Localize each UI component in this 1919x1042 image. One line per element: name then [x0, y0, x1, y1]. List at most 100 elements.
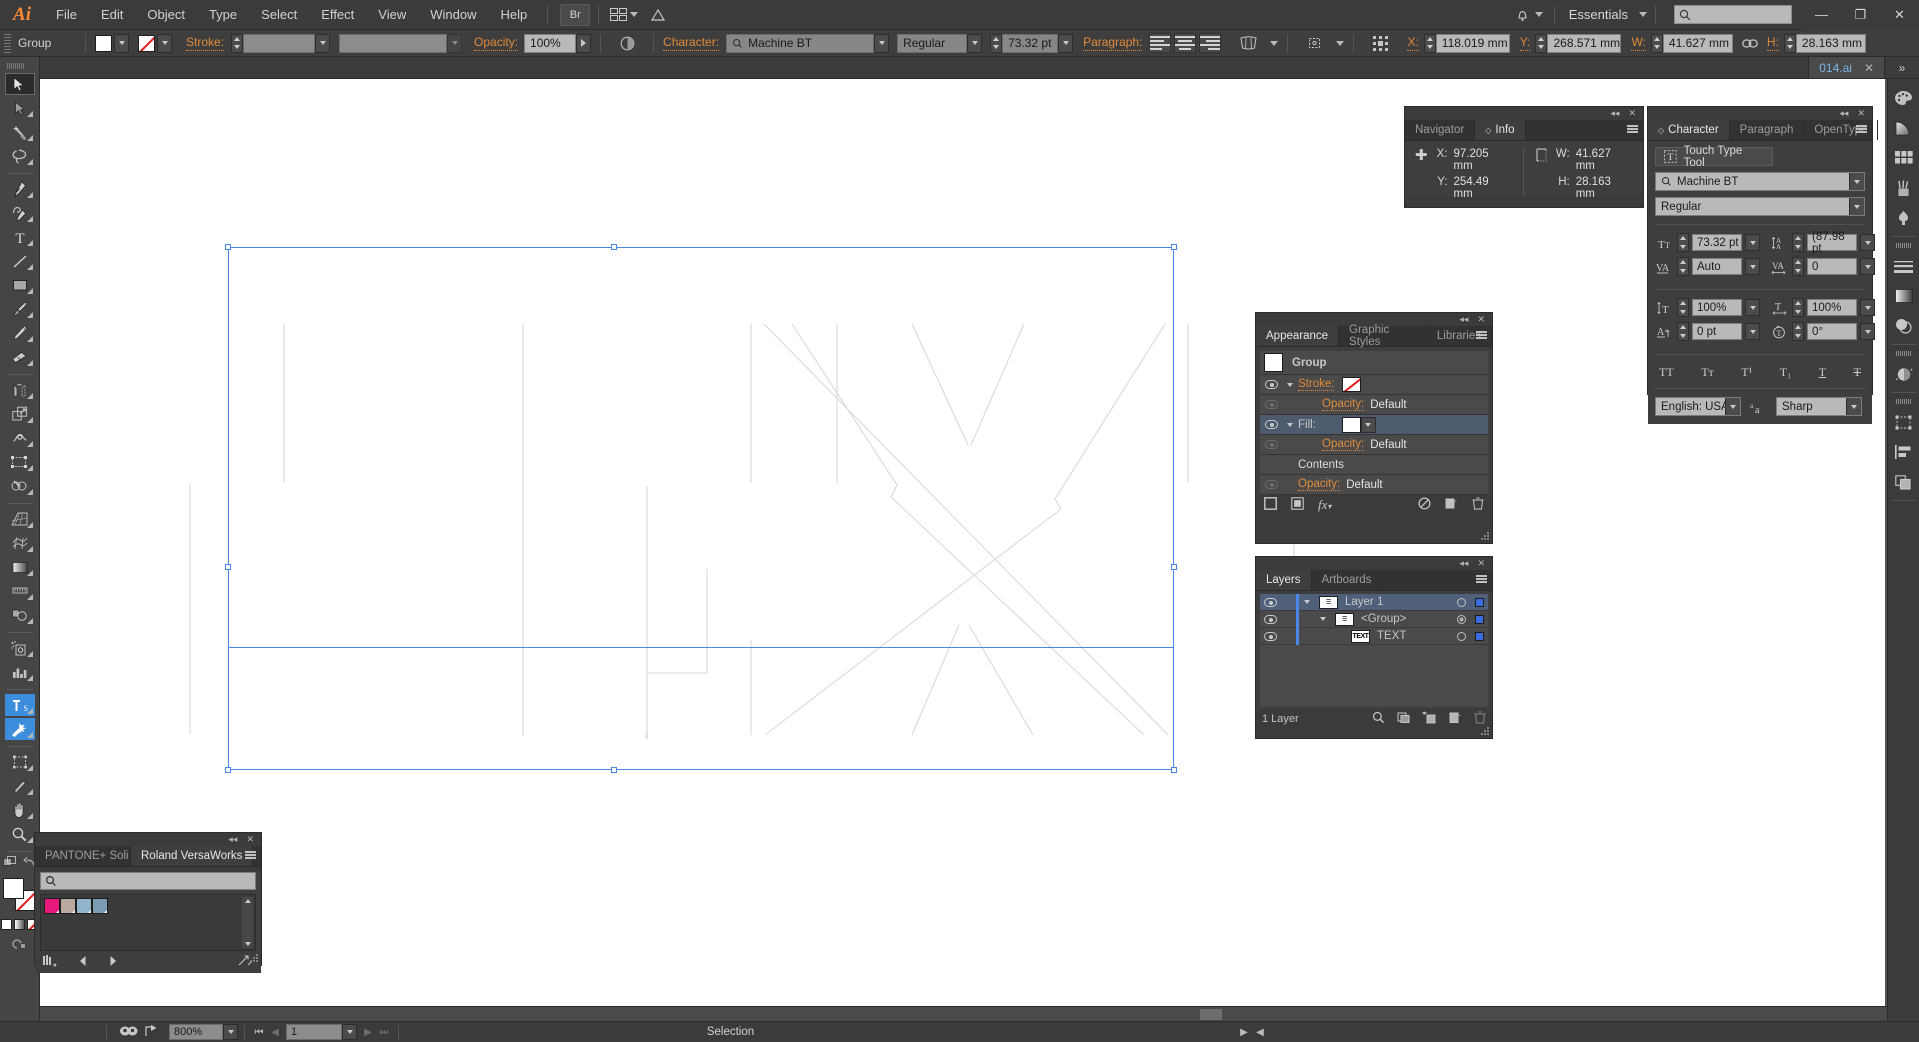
panel-resize-grip[interactable] [1479, 725, 1491, 737]
tab-graphic-styles[interactable]: Graphic Styles [1339, 324, 1427, 348]
stock-icon[interactable] [641, 3, 675, 27]
envelope-distort-icon[interactable] [1231, 31, 1265, 55]
horizontal-scale-input[interactable]: 100% [1807, 299, 1857, 316]
gradient-button[interactable] [14, 919, 25, 930]
menu-item-effect[interactable]: Effect [309, 0, 366, 30]
selection-handle-bc[interactable] [611, 767, 617, 773]
appearance-target-row[interactable]: Group [1260, 351, 1488, 375]
appearance-contents-label[interactable]: Contents [1298, 459, 1344, 471]
bridge-button[interactable]: Br [560, 3, 591, 26]
swatches-panel-icon[interactable] [1890, 143, 1918, 173]
menu-item-edit[interactable]: Edit [89, 0, 135, 30]
close-icon[interactable]: ✕ [246, 834, 254, 845]
tab-roland-versaworks[interactable]: Roland VersaWorks [131, 846, 254, 866]
collapse-icon[interactable]: ◂◂ [1839, 108, 1848, 119]
appearance-panel-icon[interactable] [1890, 359, 1918, 389]
font-size-dropdown[interactable] [1745, 234, 1760, 251]
status-expand-right-icon[interactable]: ▶ [1236, 1027, 1252, 1038]
strikethrough-button[interactable]: T [1854, 365, 1861, 380]
panel-resize-grip[interactable] [1479, 530, 1491, 542]
maximize-button[interactable]: ❐ [1841, 0, 1880, 30]
selection-handle-tc[interactable] [611, 244, 617, 250]
appearance-opacity-label-2[interactable]: Opacity: [1322, 438, 1365, 451]
opacity-label[interactable]: Opacity: [474, 35, 519, 51]
selection-bounding-box[interactable] [228, 247, 1174, 770]
eyedropper-tool[interactable] [5, 580, 35, 602]
fill-color-swatch[interactable] [2, 878, 24, 899]
w-input[interactable]: 41.627 mm [1662, 33, 1733, 53]
language-dropdown[interactable] [1725, 398, 1740, 415]
zoom-tool[interactable] [5, 823, 35, 845]
appearance-fill-dropdown[interactable] [1360, 416, 1376, 433]
font-size-stepper[interactable] [1677, 233, 1689, 252]
appearance-opacity-label[interactable]: Opacity: [1322, 398, 1365, 411]
swatch-scrollbar[interactable] [242, 897, 253, 948]
leading-stepper[interactable] [1792, 233, 1804, 252]
swatch-cell-3[interactable] [76, 898, 92, 914]
align-right-button[interactable] [1199, 33, 1222, 53]
x-group[interactable]: 118.019 mm [1423, 33, 1510, 53]
panel-menu-icon[interactable] [1476, 575, 1487, 583]
tracking-dropdown[interactable] [1860, 258, 1875, 275]
layer-row-layer1[interactable]: ☰ Layer 1 [1260, 593, 1488, 611]
paintbrush-tool[interactable] [5, 298, 35, 320]
appearance-row-fill[interactable]: Fill: [1260, 415, 1488, 435]
selection-handle-tr[interactable] [1171, 244, 1177, 250]
magic-wand-tool[interactable] [5, 121, 35, 143]
collapse-icon[interactable]: ◂◂ [1459, 558, 1468, 569]
artboard-tool[interactable] [5, 751, 35, 773]
line-segment-tool[interactable] [5, 250, 35, 272]
tab-paragraph[interactable]: Paragraph [1730, 120, 1805, 140]
cb-font-size-dropdown[interactable] [1058, 33, 1074, 53]
all-caps-button[interactable]: TT [1659, 365, 1674, 380]
canvas-area[interactable] [40, 79, 1887, 1021]
layer-row-text[interactable]: TEXT TEXT [1260, 627, 1488, 645]
shape-builder-highlight-tool[interactable] [4, 718, 35, 740]
close-icon[interactable]: ✕ [1857, 108, 1865, 119]
selection-tool[interactable] [4, 73, 35, 95]
tab-pantone-solid[interactable]: PANTONE+ Soli [35, 846, 131, 866]
color-guide-panel-icon[interactable] [1890, 113, 1918, 143]
appearance-fill-swatch[interactable] [1341, 416, 1361, 433]
layer-target-icon[interactable] [1452, 614, 1470, 624]
rotate-tool[interactable] [5, 379, 35, 401]
stroke-profile-input[interactable] [339, 33, 448, 53]
cb-font-size-input[interactable]: 73.32 pt [1002, 33, 1059, 53]
dock-grip-2[interactable] [1895, 351, 1912, 356]
reference-point-icon[interactable] [1363, 31, 1397, 55]
visibility-toggle-icon[interactable] [1260, 480, 1282, 489]
gradient-panel-icon[interactable] [1890, 281, 1918, 311]
transform-panel-icon[interactable] [1890, 407, 1918, 437]
selection-handle-br[interactable] [1171, 767, 1177, 773]
duplicate-item-icon[interactable] [1445, 497, 1458, 513]
character-rotation-stepper[interactable] [1792, 322, 1804, 341]
y-input[interactable]: 268.571 mm [1547, 33, 1622, 53]
layer-target-icon[interactable] [1452, 597, 1470, 607]
swatch-cell-4[interactable] [92, 898, 108, 914]
dock-grip-3[interactable] [1895, 399, 1912, 404]
add-new-stroke-icon[interactable] [1264, 496, 1277, 513]
fill-stroke-indicator[interactable] [2, 878, 38, 914]
font-family-dropdown[interactable] [1849, 173, 1864, 190]
constrain-proportions-icon[interactable] [1733, 31, 1767, 55]
collapse-icon[interactable]: ◂◂ [1610, 108, 1619, 119]
close-icon[interactable]: ✕ [1864, 61, 1874, 75]
artboard-number-group[interactable]: 1 [286, 1024, 357, 1040]
anti-aliasing-select[interactable]: Sharp [1776, 397, 1862, 416]
stroke-panel-icon[interactable] [1890, 251, 1918, 281]
next-swatch-icon[interactable] [107, 955, 119, 970]
w-group[interactable]: 41.627 mm [1650, 33, 1733, 53]
language-select[interactable]: English: USA [1655, 397, 1741, 416]
symbols-panel-icon[interactable] [1890, 203, 1918, 233]
color-panel-icon[interactable] [1890, 83, 1918, 113]
panel-resize-grip[interactable] [248, 952, 260, 964]
character-rotation-dropdown[interactable] [1860, 323, 1875, 340]
close-button[interactable]: ✕ [1880, 0, 1919, 30]
close-icon[interactable]: ✕ [1628, 108, 1636, 119]
layer-color-swatch[interactable] [1470, 597, 1488, 607]
menu-item-file[interactable]: File [44, 0, 89, 30]
baseline-shift-dropdown[interactable] [1745, 323, 1760, 340]
next-artboard-button[interactable]: ▶ [360, 1027, 376, 1038]
horizontal-scale-stepper[interactable] [1792, 298, 1804, 317]
swatch-grid[interactable] [40, 894, 256, 951]
